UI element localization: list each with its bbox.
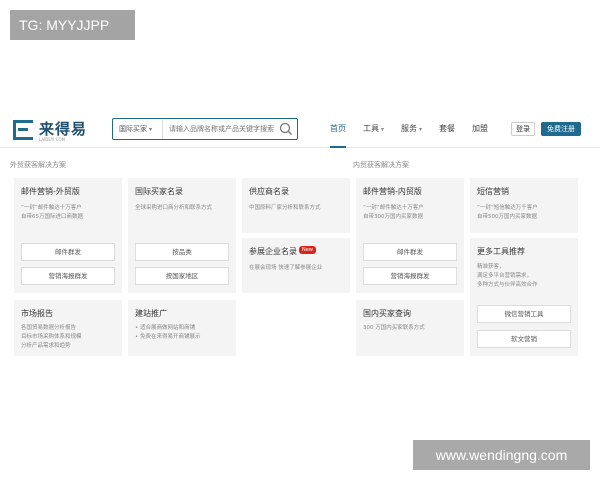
card-desc-line: 自带500万国内买家数据 [477,214,537,220]
card-title: 建站推广 [135,309,167,318]
card-supplier[interactable]: 供应商名录 中国原料厂家分析和联系方式 [242,178,350,233]
card-desc: “一封”邮件触达十万客户 自带65万国际进口商数据 [21,204,83,222]
card-desc-line: “一封”短信触达万千客户 [477,205,538,211]
search-button[interactable] [277,120,295,138]
card-desc-line: 自带300万国内买家数据 [363,214,423,220]
card-title: 国际买家名录 [135,187,183,196]
email-send-button[interactable]: 邮件群发 [363,243,457,261]
watermark: www.wendingng.com [413,440,590,470]
card-buyers[interactable]: 国际买家名录 全球采购进口商分析和联系方式 按品类 按国家地区 [128,178,236,293]
card-title: 国内买家查询 [363,309,411,318]
nav-franchise[interactable]: 加盟 [472,112,488,148]
card-site[interactable]: 建站推广 • 适合展商做网站和商铺 • 免费在来得易开商铺展示 [128,300,236,356]
card-desc: 在展会现场 快速了解参展企业 [249,264,322,273]
card-email-foreign[interactable]: 邮件营销-外贸版 “一封”邮件触达十万客户 自带65万国际进口商数据 邮件群发 … [14,178,122,293]
card-desc-line: 全球采购进口商分析和联系方式 [135,205,213,211]
section-title-domestic: 内贸获客解决方案 [353,161,409,169]
nav-home-label: 首页 [330,124,346,133]
tag-label: TG: MYYJJPP [10,10,135,40]
card-desc: 精准获客， 满足多平台营销需求， 多种方式与伙伴高效合作 [477,263,538,290]
search-icon [279,122,292,135]
logo-icon [13,120,33,140]
main-nav: 首页 工具 ▾ 服务 ▾ 套餐 加盟 [330,112,505,148]
card-desc-line: 满足多平台营销需求， [477,273,533,279]
card-desc-line: 自带65万国际进口商数据 [21,214,83,220]
new-badge: New [299,246,316,254]
card-desc: 全球采购进口商分析和联系方式 [135,204,212,213]
search-box: 国际买家 ▾ [112,118,298,140]
nav-tools[interactable]: 工具 ▾ [363,112,384,148]
card-desc: 中国原料厂家分析和联系方式 [249,204,321,213]
card-more-tools[interactable]: 更多工具推荐 精准获客， 满足多平台营销需求， 多种方式与伙伴高效合作 微信营销… [470,238,578,356]
card-report[interactable]: 市场报告 各国贸易数据分析报告 目标市场采购体系和规模 分析产品需求和趋势 [14,300,122,356]
card-desc: • 适合展商做网站和商铺 • 免费在来得易开商铺展示 [135,324,201,342]
search-input[interactable] [165,119,279,139]
card-desc: “一封”邮件触达十万客户 自带300万国内买家数据 [363,204,424,222]
card-desc-line: 多种方式与伙伴高效合作 [477,282,538,288]
card-desc-line: 在展会现场 快速了解参展企业 [249,265,323,271]
card-desc-line: • 适合展商做网站和商铺 [135,325,195,331]
card-desc-line: • 免费在来得易开商铺展示 [135,334,201,340]
card-desc-line: “一封”邮件触达十万客户 [363,205,424,211]
chevron-down-icon: ▾ [381,126,385,133]
logo[interactable]: 来得易 LAIDEYI.COM [13,118,103,144]
nav-home[interactable]: 首页 [330,112,346,148]
card-desc-line: 各国贸易数据分析报告 [21,325,77,331]
logo-text: 来得易 [39,120,88,138]
card-email-domestic[interactable]: 邮件营销-内贸版 “一封”邮件触达十万客户 自带300万国内买家数据 邮件群发 … [356,178,464,293]
nav-packages-label: 套餐 [439,124,456,133]
card-desc-line: 目标市场采购体系和规模 [21,334,82,340]
logo-subtext: LAIDEYI.COM [39,137,66,142]
card-title: 供应商名录 [249,187,289,196]
by-category-button[interactable]: 按品类 [135,243,229,261]
card-desc-line: 分析产品需求和趋势 [21,343,71,349]
card-title: 市场报告 [21,309,53,318]
card-desc-line: 中国原料厂家分析和联系方式 [249,205,321,211]
card-expo[interactable]: 参展企业名录 New 在展会现场 快速了解参展企业 [242,238,350,293]
card-desc-line: “一封”邮件触达十万客户 [21,205,82,211]
nav-services[interactable]: 服务 ▾ [401,112,422,148]
chevron-down-icon: ▾ [149,126,153,133]
card-title: 邮件营销-外贸版 [21,187,80,196]
soft-article-button[interactable]: 软文营销 [477,330,571,348]
card-desc-line: 300 万国内买家联系方式 [363,325,425,331]
search-category-select[interactable]: 国际买家 ▾ [113,119,163,139]
email-send-button[interactable]: 邮件群发 [21,243,115,261]
wechat-tool-button[interactable]: 微信营销工具 [477,305,571,323]
nav-services-label: 服务 [401,124,418,133]
card-domestic-buyers[interactable]: 国内买家查询 300 万国内买家联系方式 [356,300,464,356]
nav-tools-label: 工具 [363,124,379,133]
card-title: 邮件营销-内贸版 [363,187,422,196]
nav-packages[interactable]: 套餐 [439,112,455,148]
chevron-down-icon: ▾ [419,126,423,133]
section-title-foreign: 外贸获客解决方案 [10,161,66,169]
card-desc-line: 精准获客， [477,264,505,270]
card-desc: “一封”短信触达万千客户 自带500万国内买家数据 [477,204,538,222]
card-title-text: 参展企业名录 [249,247,297,256]
login-button[interactable]: 登录 [511,122,535,136]
card-title: 更多工具推荐 [477,247,525,256]
register-button[interactable]: 免费注册 [541,122,581,136]
by-country-button[interactable]: 按国家地区 [135,267,229,285]
site-header: 来得易 LAIDEYI.COM 国际买家▾ 首页 工具▾ 服务▾ 套餐 加盟 登… [0,112,600,148]
poster-send-button[interactable]: 营销海报群发 [21,267,115,285]
card-sms[interactable]: 短信营销 “一封”短信触达万千客户 自带500万国内买家数据 [470,178,578,233]
poster-send-button[interactable]: 营销海报群发 [363,267,457,285]
card-title: 短信营销 [477,187,509,196]
search-category-label: 国际买家 [119,125,147,133]
card-desc: 各国贸易数据分析报告 目标市场采购体系和规模 分析产品需求和趋势 [21,324,82,351]
card-desc: 300 万国内买家联系方式 [363,324,425,333]
card-title: 参展企业名录 New [249,246,316,257]
nav-franchise-label: 加盟 [472,124,489,133]
